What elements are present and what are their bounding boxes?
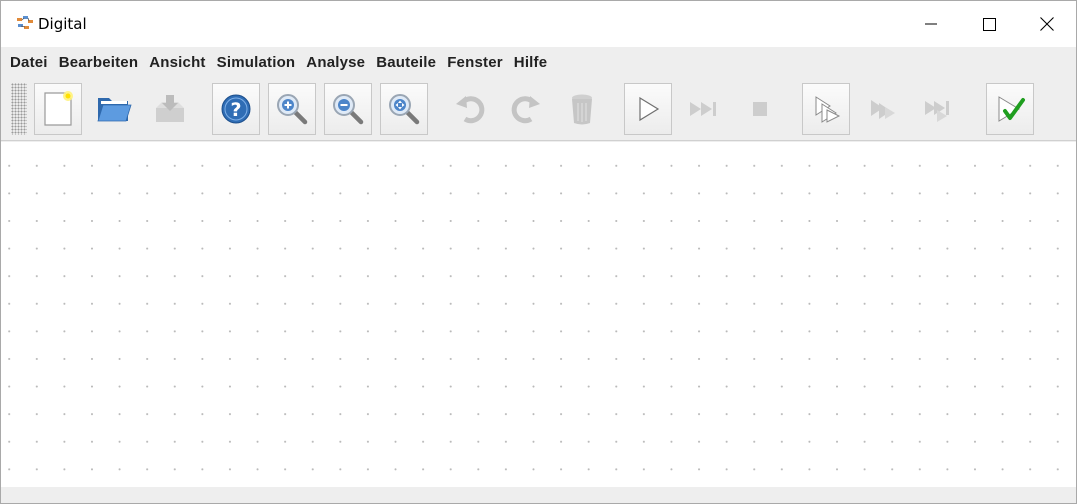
app-logo-icon (16, 15, 34, 33)
redo-button[interactable] (502, 83, 550, 135)
close-icon (1040, 17, 1054, 31)
close-button[interactable] (1018, 1, 1076, 47)
undo-icon (456, 96, 485, 124)
menu-simulation[interactable]: Simulation (217, 54, 296, 71)
start-simulation-icon (639, 96, 660, 122)
help-icon: ? (221, 94, 251, 124)
zoom-fit-button[interactable] (380, 83, 428, 135)
redo-icon (511, 96, 540, 124)
menu-analyse[interactable]: Analyse (306, 54, 365, 71)
start-simulation-button[interactable] (624, 83, 672, 135)
minimize-icon (925, 23, 937, 25)
menu-bearbeiten[interactable]: Bearbeiten (59, 54, 139, 71)
run-to-break-button[interactable] (858, 83, 906, 135)
svg-text:?: ? (230, 99, 241, 121)
undo-button[interactable] (446, 83, 494, 135)
delete-button[interactable] (558, 83, 606, 135)
delete-icon (572, 94, 592, 125)
new-button[interactable] (34, 83, 82, 135)
zoom-in-icon (277, 94, 308, 125)
status-bar (1, 487, 1076, 503)
menu-hilfe[interactable]: Hilfe (514, 54, 548, 71)
toolbar: ? (1, 77, 1076, 141)
title-bar[interactable]: Digital (1, 1, 1076, 47)
app-window: Digital Datei Bearbeiten Ansicht Simulat… (0, 0, 1077, 504)
run-to-break-micro-icon (925, 101, 949, 122)
window-controls (902, 1, 1076, 47)
stop-simulation-icon (753, 102, 767, 116)
minimize-button[interactable] (902, 1, 960, 47)
open-folder-icon (97, 98, 132, 122)
menu-fenster[interactable]: Fenster (447, 54, 503, 71)
toolbar-grip-handle[interactable] (11, 83, 27, 135)
run-tests-icon (998, 96, 1025, 122)
micro-step-button[interactable] (802, 83, 850, 135)
save-icon (156, 95, 184, 122)
circuit-canvas[interactable] (1, 142, 1076, 487)
run-tests-button[interactable] (986, 83, 1034, 135)
menu-bauteile[interactable]: Bauteile (376, 54, 436, 71)
menu-ansicht[interactable]: Ansicht (149, 54, 205, 71)
stop-simulation-button[interactable] (736, 83, 784, 135)
new-file-icon (44, 91, 73, 126)
save-button[interactable] (146, 83, 194, 135)
zoom-out-icon (333, 94, 364, 125)
micro-step-icon (815, 96, 841, 123)
open-button[interactable] (90, 83, 138, 135)
maximize-button[interactable] (960, 1, 1018, 47)
zoom-fit-icon (389, 94, 420, 125)
maximize-icon (982, 17, 996, 31)
menu-bar: Datei Bearbeiten Ansicht Simulation Anal… (1, 47, 1076, 77)
menu-datei[interactable]: Datei (10, 54, 48, 71)
window-title: Digital (38, 15, 87, 33)
help-button[interactable]: ? (212, 83, 260, 135)
step-forward-button[interactable] (680, 83, 728, 135)
zoom-in-button[interactable] (268, 83, 316, 135)
run-to-break-micro-button[interactable] (914, 83, 962, 135)
step-forward-icon (690, 102, 716, 116)
zoom-out-button[interactable] (324, 83, 372, 135)
run-to-break-icon (871, 100, 895, 119)
